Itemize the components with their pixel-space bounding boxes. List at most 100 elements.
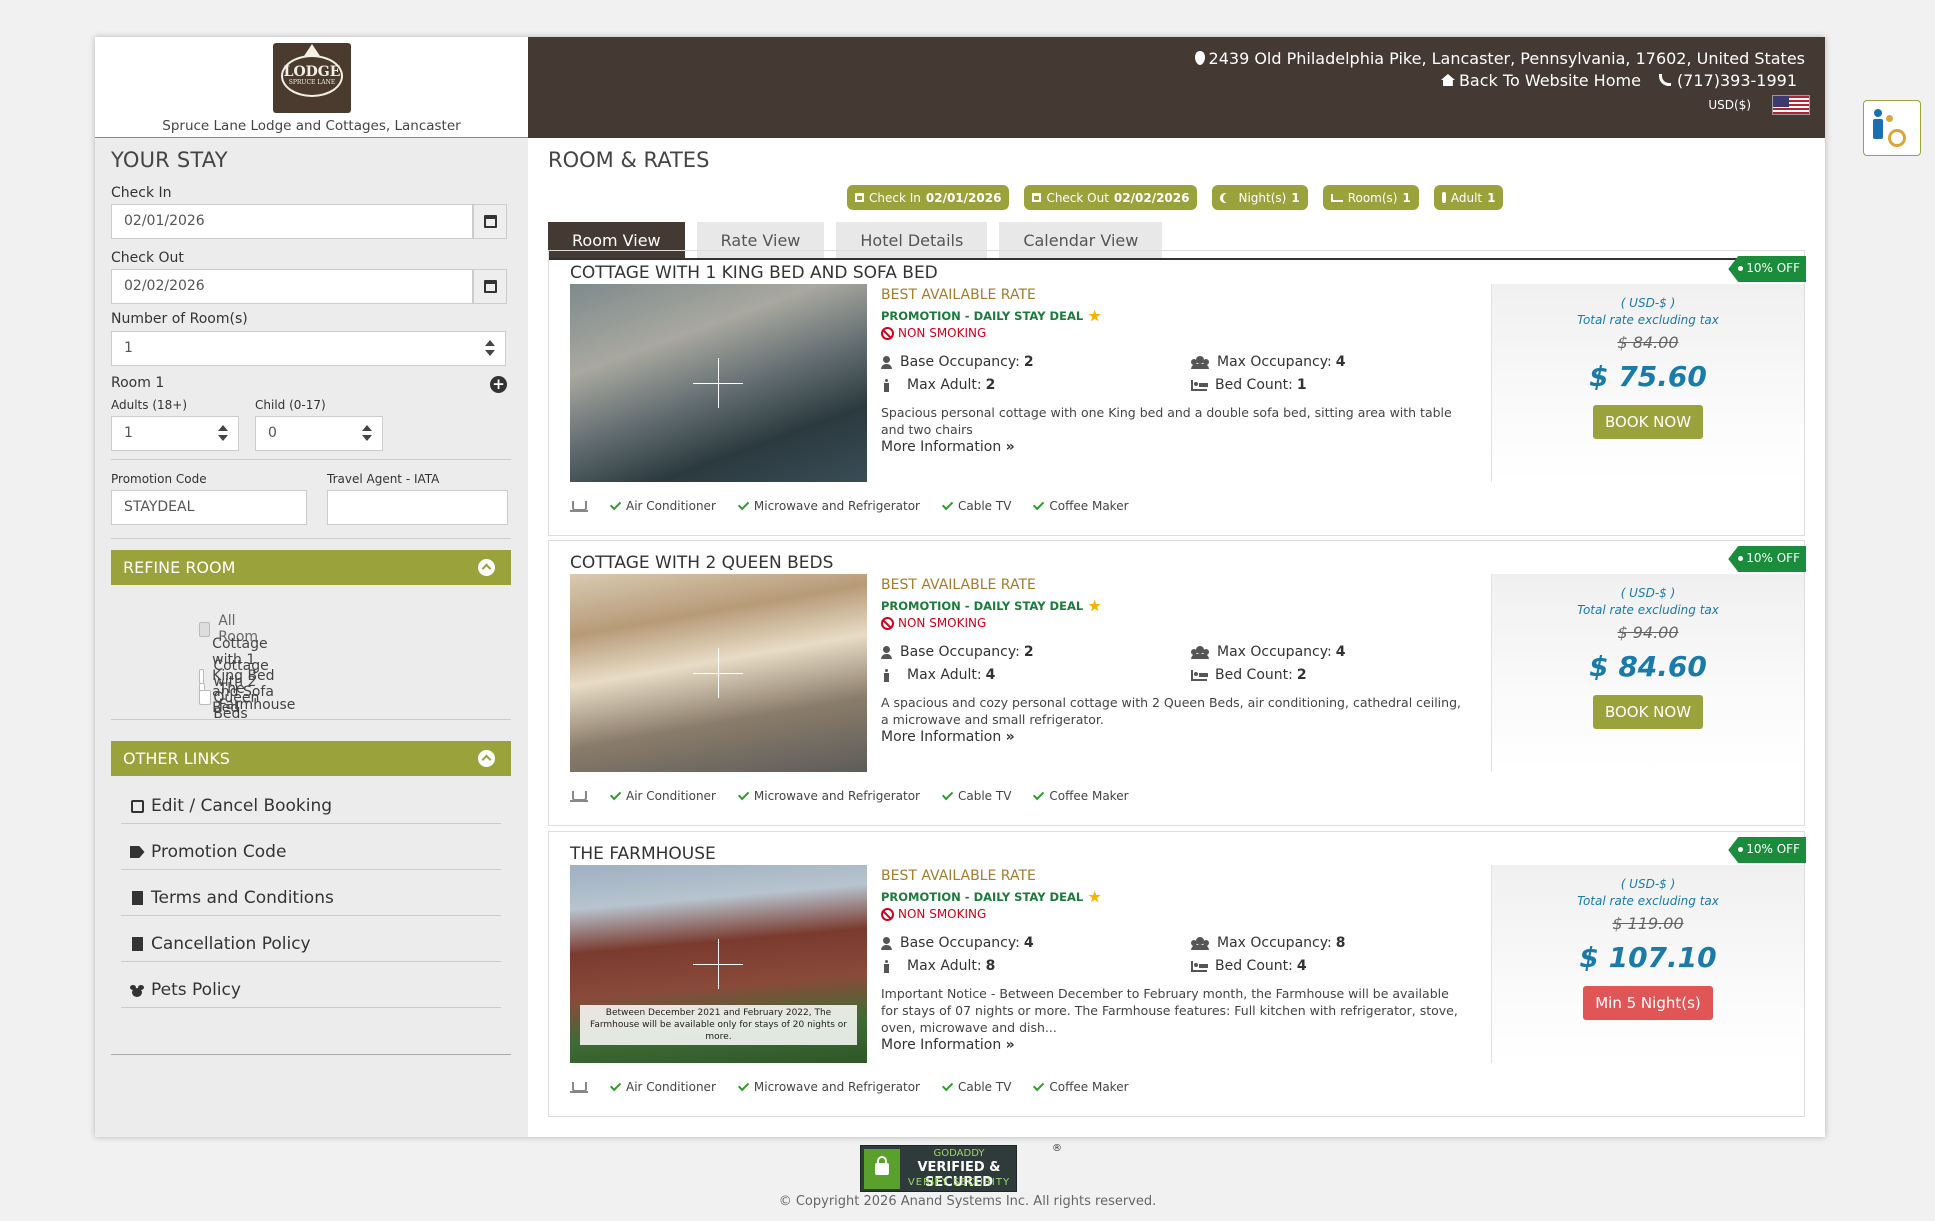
male-icon xyxy=(884,378,889,392)
stepper-arrows-icon[interactable] xyxy=(362,425,372,443)
sidebar: YOUR STAY Check In 02/01/2026 Check Out … xyxy=(95,138,528,1137)
discounted-price: $ 75.60 xyxy=(1589,360,1707,393)
occupancy-info: Base Occupancy: 2 Max Occupancy: 4 Max Adu… xyxy=(881,644,1461,690)
stepper-arrows-icon[interactable] xyxy=(218,425,228,443)
more-information-link[interactable]: More Information » xyxy=(881,729,1461,745)
promotion-code-link[interactable]: Promotion Code xyxy=(121,824,501,870)
currency-selector[interactable]: USD($) xyxy=(1708,98,1751,112)
chevron-up-icon[interactable] xyxy=(478,750,495,767)
original-price: $ 84.00 xyxy=(1617,333,1679,352)
other-links-header[interactable]: OTHER LINKS xyxy=(111,741,511,776)
promotion-code-label: Promotion Code xyxy=(111,472,207,486)
amenity-item: Air Conditioner xyxy=(609,498,716,513)
double-chevron-right-icon: » xyxy=(1005,439,1015,455)
top-header: 2439 Old Philadelphia Pike, Lancaster, P… xyxy=(528,37,1825,138)
book-now-button[interactable]: BOOK NOW xyxy=(1592,405,1704,439)
tax-note: Total rate excluding tax xyxy=(1577,313,1719,327)
tags-icon xyxy=(129,844,145,860)
check-in-input[interactable]: 02/01/2026 xyxy=(111,204,473,239)
coffee-cup-icon xyxy=(570,500,588,513)
more-information-link[interactable]: More Information » xyxy=(881,1037,1461,1053)
price-currency: ( USD-$ ) xyxy=(1620,877,1676,891)
amenities-row: Air Conditioner Microwave and Refrigerato… xyxy=(570,498,1129,513)
amenity-label: Microwave and Refrigerator xyxy=(753,499,920,513)
photo-caption: Between December 2021 and February 2022,… xyxy=(580,1005,857,1045)
check-icon xyxy=(609,498,622,511)
check-out-calendar-button[interactable] xyxy=(473,269,507,304)
check-out-input[interactable]: 02/02/2026 xyxy=(111,269,473,304)
min-nights-button[interactable]: Min 5 Night(s) xyxy=(1583,986,1713,1020)
bed-count: Bed Count: 1 xyxy=(1191,377,1307,393)
more-information-link[interactable]: More Information » xyxy=(881,439,1461,455)
document-icon xyxy=(129,936,145,952)
phone-link[interactable]: (717)393-1991 xyxy=(1658,71,1797,90)
nights-pill: Night(s) 1 xyxy=(1212,185,1308,210)
pets-policy-link[interactable]: Pets Policy xyxy=(121,962,501,1008)
amenity-label: Microwave and Refrigerator xyxy=(753,789,920,803)
amenity-label: Microwave and Refrigerator xyxy=(753,1080,920,1094)
amenity-item: Cable TV xyxy=(941,498,1011,513)
room1-label: Room 1 xyxy=(111,375,165,391)
rooms-stepper[interactable]: 1 xyxy=(111,331,506,366)
amenity-label: Cable TV xyxy=(957,1080,1012,1094)
chevron-up-icon[interactable] xyxy=(478,559,495,576)
travel-agent-input[interactable] xyxy=(327,490,508,525)
book-now-button[interactable]: BOOK NOW xyxy=(1592,695,1704,729)
bed-count: Bed Count: 4 xyxy=(1191,958,1307,974)
check-icon xyxy=(737,788,750,801)
add-room-icon[interactable]: + xyxy=(490,376,507,393)
stepper-arrows-icon[interactable] xyxy=(485,340,495,358)
original-price: $ 119.00 xyxy=(1612,914,1684,933)
discount-badge: 10% OFF xyxy=(1728,546,1806,572)
check-icon xyxy=(1033,498,1045,511)
room-photo[interactable]: Between December 2021 and February 2022,… xyxy=(570,865,867,1063)
max-adult: Max Adult: 8 xyxy=(884,958,995,974)
amenity-item: Air Conditioner xyxy=(609,1079,716,1094)
users-icon xyxy=(1191,645,1209,659)
amenity-item: Microwave and Refrigerator xyxy=(737,1079,920,1094)
users-icon xyxy=(1191,936,1209,950)
room-photo[interactable] xyxy=(570,284,867,482)
adults-stepper[interactable]: 1 xyxy=(111,416,239,451)
discount-badge: 10% OFF xyxy=(1728,256,1806,282)
calendar-icon xyxy=(483,280,497,293)
star-icon xyxy=(1088,309,1101,322)
stay-summary-pills: Check In 02/01/2026 Check Out 02/02/2026 N… xyxy=(847,185,1504,210)
male-icon xyxy=(884,668,889,682)
refine-room-header[interactable]: REFINE ROOM xyxy=(111,550,511,585)
promotion-code-input[interactable]: STAYDEAL xyxy=(111,490,307,525)
check-in-calendar-button[interactable] xyxy=(473,204,507,239)
amenity-label: Air Conditioner xyxy=(626,1080,716,1094)
edit-icon xyxy=(129,798,145,814)
price-box: ( USD-$ ) Total rate excluding tax $ 94.… xyxy=(1491,574,1804,772)
bed-icon xyxy=(1191,960,1208,972)
room-photo[interactable] xyxy=(570,574,867,772)
check-in-pill: Check In 02/01/2026 xyxy=(847,185,1010,210)
hotel-logo[interactable]: LODGE SPRUCE LANE xyxy=(273,43,351,113)
amenity-label: Coffee Maker xyxy=(1049,1080,1129,1094)
base-occupancy: Base Occupancy: 2 xyxy=(881,354,1034,370)
back-to-home-link[interactable]: Back To Website Home xyxy=(1440,71,1641,90)
child-stepper[interactable]: 0 xyxy=(255,416,383,451)
page-container: LODGE SPRUCE LANE Spruce Lane Lodge and … xyxy=(95,37,1825,1137)
us-flag-icon[interactable] xyxy=(1772,95,1810,115)
checkbox[interactable] xyxy=(199,621,211,637)
check-out-label: Check Out xyxy=(111,250,184,266)
max-occupancy: Max Occupancy: 4 xyxy=(1191,354,1345,370)
discount-badge: 10% OFF xyxy=(1728,837,1806,863)
cancellation-policy-link[interactable]: Cancellation Policy xyxy=(121,916,501,962)
tax-note: Total rate excluding tax xyxy=(1577,603,1719,617)
checkbox[interactable] xyxy=(199,689,211,705)
check-icon xyxy=(941,498,954,511)
price-box: ( USD-$ ) Total rate excluding tax $ 119… xyxy=(1491,865,1804,1063)
refine-option-farmhouse[interactable]: The Farmhouse xyxy=(199,681,299,713)
terms-conditions-link[interactable]: Terms and Conditions xyxy=(121,870,501,916)
edit-cancel-booking-link[interactable]: Edit / Cancel Booking xyxy=(121,778,501,824)
hotel-name: Spruce Lane Lodge and Cottages, Lancaste… xyxy=(162,118,461,134)
accessibility-widget-button[interactable] xyxy=(1863,100,1921,156)
seal-brand: GODADDY xyxy=(933,1148,985,1159)
promotion-name: PROMOTION - DAILY STAY DEAL xyxy=(881,599,1461,613)
godaddy-seal[interactable]: GODADDY VERIFIED & SECURED VERIFY SECURI… xyxy=(860,1145,1017,1192)
seal-verify: VERIFY SECURITY xyxy=(907,1177,1011,1188)
price-box: ( USD-$ ) Total rate excluding tax $ 84.… xyxy=(1491,284,1804,482)
